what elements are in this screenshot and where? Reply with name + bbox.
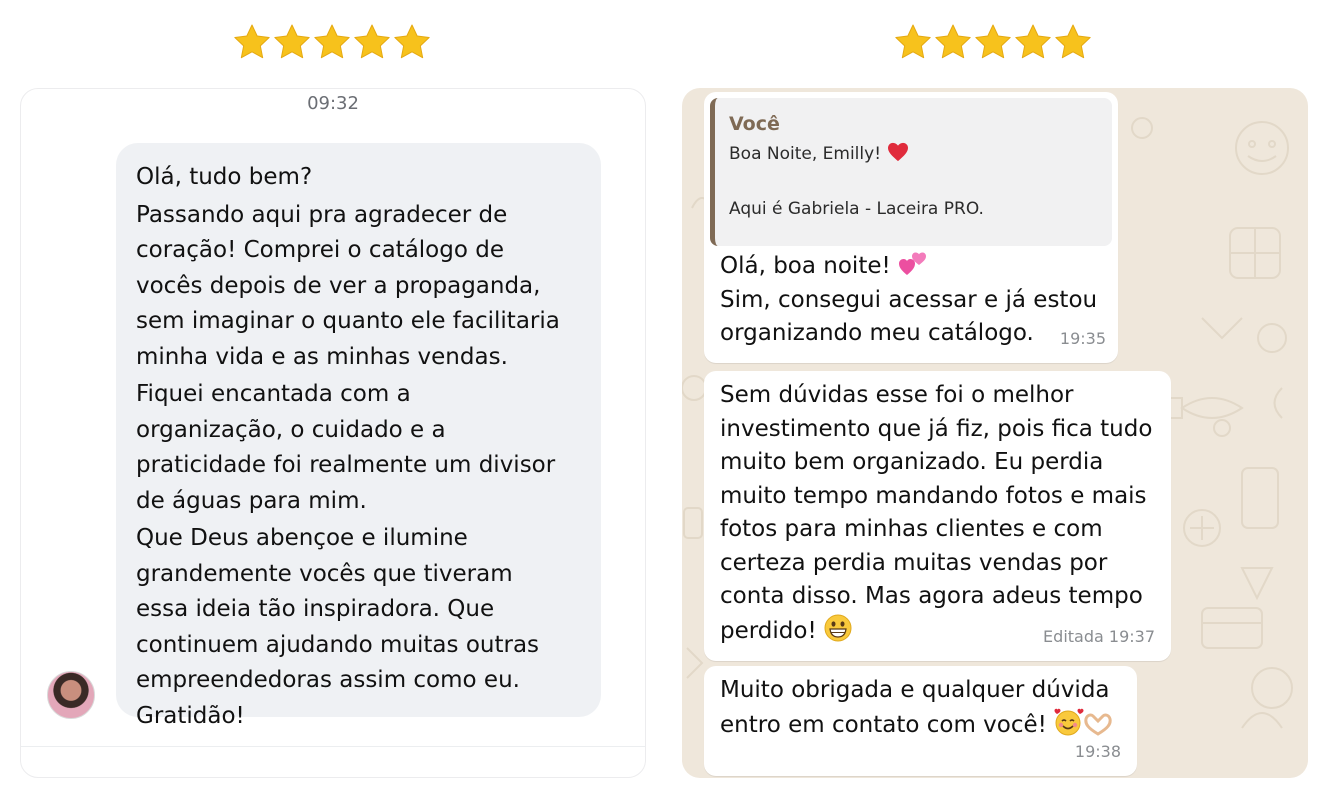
message-line: minha vida e as minhas vendas. <box>136 343 508 370</box>
message-time-edited: Editada 19:37 <box>1043 626 1155 646</box>
whatsapp-chat-panel: Você Boa Noite, Emilly! Aqui é Gabriela … <box>682 88 1308 778</box>
message-line: certeza perdia muitas vendas por <box>720 549 1108 576</box>
message-line: Sem dúvidas esse foi o melhor <box>720 382 1074 408</box>
star-icon <box>1015 24 1051 59</box>
message-line: investimento que já fiz, pois fica tudo <box>720 415 1153 442</box>
message-line: Que Deus abençoe e ilumine <box>136 525 468 551</box>
message-line-1: Olá, boa noite! <box>720 253 891 279</box>
message-time: 19:38 <box>1074 741 1121 761</box>
message-line: Fiquei encantada com a <box>136 381 411 407</box>
message-line: Passando aqui pra agradecer de <box>136 201 508 228</box>
message-timestamp: 09:32 <box>307 93 359 114</box>
message-line-2: entro em contato com você! <box>720 711 1047 738</box>
quoted-message[interactable]: Você Boa Noite, Emilly! Aqui é Gabriela … <box>710 98 1112 246</box>
message-bubble: Muito obrigada e qualquer dúvida entro e… <box>704 666 1137 776</box>
message-text: Sem dúvidas esse foi o melhor investiment… <box>720 379 1155 614</box>
instagram-chat-panel: 09:32 Olá, tudo bem? Passando aqui pra ag… <box>20 88 646 778</box>
message-line: praticidade foi realmente um divisor <box>136 452 556 478</box>
message-line-last: perdido! <box>720 617 817 644</box>
rating-stars-right <box>893 22 1093 66</box>
message-line: continuem ajudando muitas outras <box>136 631 540 658</box>
divider <box>21 746 645 747</box>
message-line: grandemente vocês que tiveram <box>136 560 513 587</box>
message-bubble: Sem dúvidas esse foi o melhor investiment… <box>704 371 1171 661</box>
star-icon <box>935 24 971 59</box>
message-line: empreendedoras assim como eu. <box>136 667 520 693</box>
message-line-3: organizando meu catálogo. <box>720 320 1034 346</box>
message-line: vocês depois de ver a propaganda, <box>136 272 541 299</box>
heart-hands-icon <box>1084 713 1112 736</box>
message-line-2: Sim, consegui acessar e já estou <box>720 286 1098 313</box>
grinning-face-icon <box>824 614 852 641</box>
avatar[interactable] <box>47 671 95 719</box>
star-icon <box>354 24 390 59</box>
quoted-line-1: Boa Noite, Emilly! <box>729 142 1098 166</box>
message-line: muito bem organizado. Eu perdia <box>720 449 1104 475</box>
smiling-face-with-hearts-icon <box>1054 708 1084 735</box>
quoted-author: Você <box>729 113 780 135</box>
star-icon <box>895 24 931 59</box>
message-line: Gratidão! <box>136 702 245 729</box>
star-icon <box>274 24 310 59</box>
quoted-text-1: Boa Noite, Emilly! <box>729 144 882 164</box>
message-line: Olá, tudo bem? <box>136 164 313 190</box>
message-line: coração! Comprei o catálogo de <box>136 237 504 263</box>
star-icon <box>394 24 430 59</box>
message-line: sem imaginar o quanto ele facilitaria <box>136 308 560 334</box>
message-time: 19:35 <box>1059 328 1106 348</box>
message-text: Olá, boa noite! Sim, consegui acessar e … <box>710 246 1112 351</box>
star-icon <box>1055 24 1091 59</box>
message-line-1: Muito obrigada e qualquer dúvida <box>720 677 1110 703</box>
message-line: muito tempo mandando fotos e mais <box>720 482 1147 509</box>
message-line: de águas para mim. <box>136 487 367 514</box>
quoted-line-2: Aqui é Gabriela - Laceira PRO. <box>729 199 984 219</box>
message-line: essa ideia tão inspiradora. Que <box>136 596 495 622</box>
rating-stars-left <box>232 22 432 66</box>
star-icon <box>314 24 350 59</box>
message-bubble: Olá, tudo bem? Passando aqui pra agradece… <box>116 143 601 729</box>
message-line: organização, o cuidado e a <box>136 416 446 443</box>
message-line: conta disso. Mas agora adeus tempo <box>720 583 1143 609</box>
red-heart-icon <box>888 142 909 162</box>
message-bubble-reply: Você Boa Noite, Emilly! Aqui é Gabriela … <box>704 92 1118 363</box>
star-icon <box>234 24 270 59</box>
two-hearts-icon <box>899 252 927 275</box>
star-icon <box>975 24 1011 59</box>
message-line: fotos para minhas clientes e com <box>720 516 1103 542</box>
